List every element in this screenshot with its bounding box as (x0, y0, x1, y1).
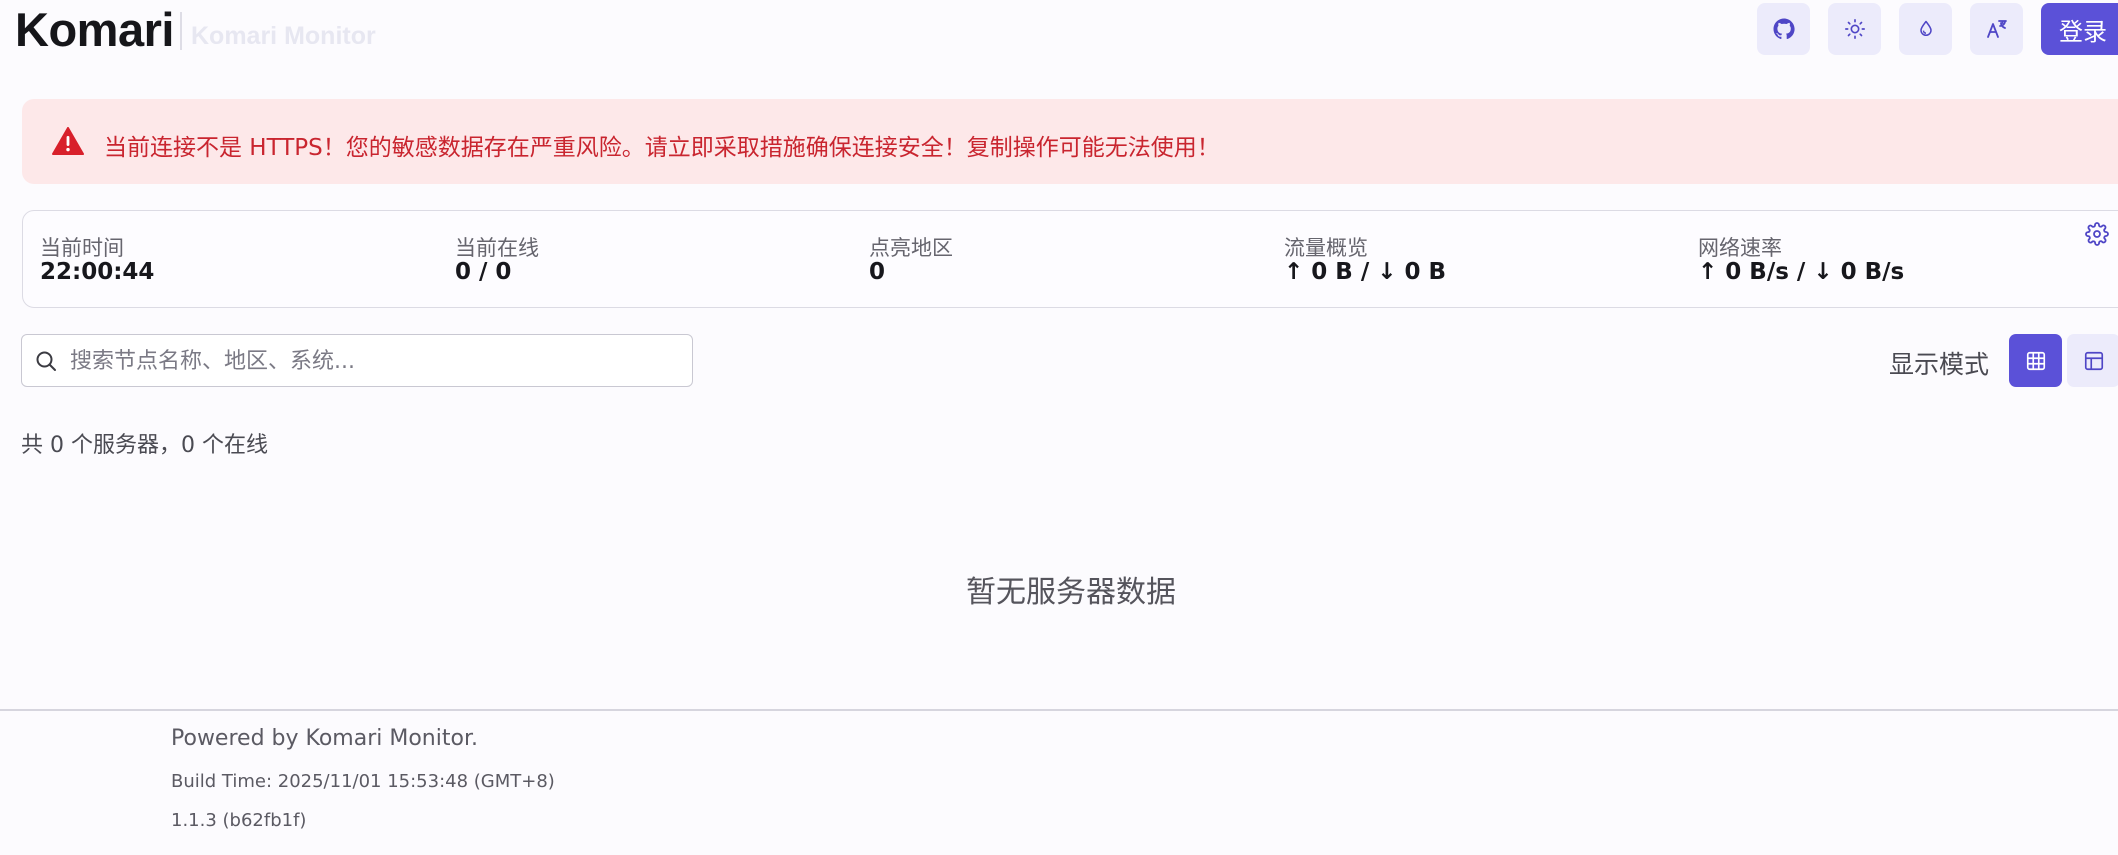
stat-label-current-time: 当前时间 (40, 236, 124, 260)
droplet-icon (1919, 20, 1932, 36)
brand-subtitle: Komari Monitor (191, 22, 376, 50)
brand-logo-text[interactable]: Komari (15, 2, 174, 57)
stat-label-network-speed: 网络速率 (1698, 236, 1782, 260)
empty-state-message: 暂无服务器数据 (966, 575, 1176, 610)
stat-value-traffic: ↑ 0 B / ↓ 0 B (1284, 259, 1447, 285)
gear-icon (2085, 222, 2109, 246)
search-icon (34, 349, 58, 377)
view-mode-label: 显示模式 (1889, 350, 1990, 379)
footer-powered-by: Powered by Komari Monitor. (171, 726, 478, 751)
footer-divider (0, 709, 2118, 711)
alert-message: 当前连接不是 HTTPS！您的敏感数据存在严重风险。请立即采取措施确保连接安全！… (104, 135, 1220, 161)
stat-label-traffic: 流量概览 (1284, 236, 1368, 260)
color-theme-button[interactable] (1899, 3, 1952, 55)
warning-icon (52, 127, 84, 159)
grid-icon (2026, 351, 2045, 370)
translate-icon (1986, 20, 2007, 38)
grid-view-button[interactable] (2009, 334, 2062, 387)
login-button[interactable]: 登录 (2041, 3, 2118, 55)
stat-value-online: 0 / 0 (455, 259, 512, 285)
footer-version: 1.1.3 (b62fb1f) (171, 810, 307, 831)
footer-build-time: Build Time: 2025/11/01 15:53:48 (GMT+8) (171, 771, 555, 792)
stat-label-online: 当前在线 (455, 236, 539, 260)
table-view-button[interactable] (2067, 334, 2118, 387)
stat-value-regions: 0 (869, 259, 886, 285)
github-icon (1773, 18, 1795, 40)
stat-label-regions: 点亮地区 (869, 236, 953, 260)
stat-value-current-time: 22:00:44 (40, 259, 155, 285)
sun-icon (1844, 19, 1865, 39)
theme-toggle-button[interactable] (1828, 3, 1881, 55)
stat-value-network-speed: ↑ 0 B/s / ↓ 0 B/s (1698, 259, 1905, 285)
search-input[interactable] (70, 347, 670, 375)
brand-divider (180, 12, 182, 50)
table-icon (2084, 351, 2103, 370)
server-summary: 共 0 个服务器，0 个在线 (21, 433, 268, 458)
stats-settings-button[interactable] (2085, 222, 2109, 250)
github-button[interactable] (1757, 3, 1810, 55)
language-button[interactable] (1970, 3, 2023, 55)
